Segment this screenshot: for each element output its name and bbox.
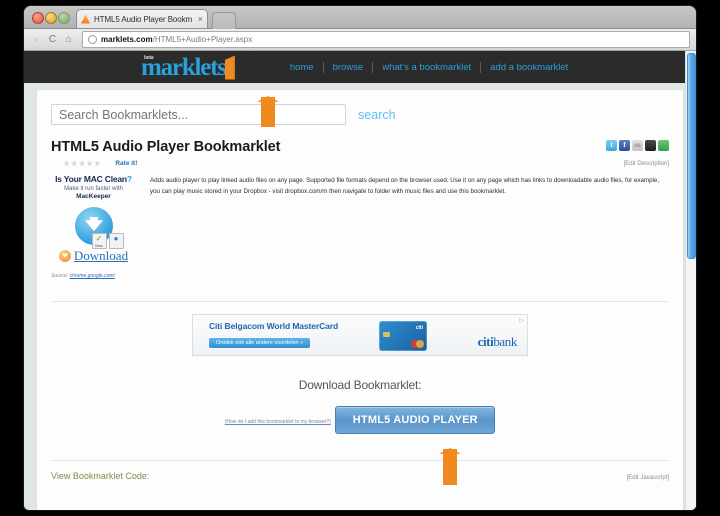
card-chip-icon (383, 331, 390, 337)
rating-row: ★★★★★ Rate it! [Edit Description] (37, 155, 683, 168)
mac-badge-label: Mac (95, 242, 103, 248)
bookmarklet-description: Adds audio player to play linked audio f… (150, 177, 660, 195)
ad-brand: MacKeeper (76, 193, 111, 201)
nav-item-whats-a-bookmarklet[interactable]: what's a bookmarklet (373, 62, 480, 73)
citibank-banner-ad[interactable]: Citi Belgacom World MasterCard Ontdek oo… (192, 313, 528, 356)
delicious-share-icon[interactable] (645, 140, 656, 151)
tab-close-icon[interactable]: × (195, 14, 203, 24)
edit-javascript-link[interactable]: [Edit Javascript] (627, 475, 669, 481)
annotation-arrow-logo (261, 97, 275, 127)
home-icon[interactable]: ⌂ (62, 33, 75, 46)
ad-source-prefix: Source: (51, 272, 69, 279)
window-close-button[interactable] (32, 12, 44, 24)
nav-item-home[interactable]: home (281, 62, 323, 73)
nav-item-add-a-bookmarklet[interactable]: add a bookmarklet (481, 62, 577, 73)
ad-platform-badges: ✓ Mac ● (91, 232, 124, 249)
search-button[interactable]: search (358, 108, 396, 122)
ad-headline: Is Your MAC Clean? (51, 174, 136, 184)
browser-tab-strip: HTML5 Audio Player Bookm × (24, 6, 696, 29)
tab-title: HTML5 Audio Player Bookm (94, 14, 193, 24)
browser-toolbar: ‹ C ⌂ marklets.com /HTML5+Audio+Player.a… (24, 29, 696, 51)
mackeeper-ad[interactable]: Is Your MAC Clean? Make it run faster wi… (51, 174, 136, 279)
browser-window: HTML5 Audio Player Bookm × ‹ C ⌂ marklet… (24, 6, 696, 510)
page-title: HTML5 Audio Player Bookmarklet (51, 139, 281, 155)
edit-description-link[interactable]: [Edit Description] (624, 161, 669, 167)
stumbleupon-share-icon[interactable]: su (632, 140, 643, 151)
annotation-arrow-download-button (443, 449, 457, 485)
mastercard-icon (411, 339, 424, 348)
logo-flag-icon (224, 55, 235, 80)
nav-item-browse[interactable]: browse (324, 62, 373, 73)
credit-card-image: citi (379, 320, 427, 351)
download-help-link[interactable]: (How do I add this bookmarklet to my bro… (225, 419, 331, 425)
view-code-label: View Bookmarklet Code: (51, 470, 150, 481)
bookmarklet-download-button[interactable]: HTML5 AUDIO PLAYER (335, 405, 496, 434)
share-more-icon[interactable] (658, 140, 669, 151)
new-tab-button[interactable] (212, 12, 236, 29)
citibank-logo-bold: citi (477, 333, 494, 349)
address-bar[interactable]: marklets.com /HTML5+Audio+Player.aspx (82, 31, 690, 48)
ad-subline: Make it run faster with MacKeeper (51, 185, 136, 202)
banner-ad-text-group: Citi Belgacom World MasterCard Ontdek oo… (193, 321, 338, 349)
ad-headline-mark: ? (126, 174, 132, 184)
bookmarklet-code-row: View Bookmarklet Code: [Edit Javascript] (37, 461, 683, 481)
back-icon[interactable]: ‹ (30, 33, 43, 46)
social-share-group: t f su (606, 140, 669, 151)
mac-badge-glyph: ✓ (95, 233, 103, 243)
scrollbar-thumb[interactable] (687, 53, 696, 259)
site-header: beta marklets home browse what's a bookm… (24, 51, 696, 83)
rating-group: ★★★★★ Rate it! (63, 159, 137, 168)
page-info-icon[interactable] (88, 35, 97, 44)
logo-beta-tag: beta (144, 54, 154, 61)
card-brand-label: citi (415, 324, 423, 331)
url-host: marklets.com (101, 35, 153, 44)
ad-download-label: Download (73, 247, 129, 263)
reload-icon[interactable]: C (46, 33, 59, 46)
mac-badge-icon: ✓ Mac (91, 232, 107, 249)
url-path: /HTML5+Audio+Player.aspx (152, 35, 253, 44)
twitter-share-icon[interactable]: t (606, 140, 617, 151)
tab-favicon (81, 14, 90, 24)
logo-wordmark: marklets (141, 53, 227, 81)
browser-tab[interactable]: HTML5 Audio Player Bookm × (76, 9, 208, 28)
banner-ad-title: Citi Belgacom World MasterCard (209, 320, 339, 331)
content-row: Is Your MAC Clean? Make it run faster wi… (37, 168, 683, 279)
ad-source-link[interactable]: chrome.google.com/ (70, 273, 115, 279)
facebook-share-icon[interactable]: f (619, 140, 630, 151)
page-content-card: search HTML5 Audio Player Bookmarklet t … (36, 89, 684, 510)
ad-headline-text: Is Your MAC Clean (55, 174, 127, 184)
download-heading: Download Bookmarklet: (298, 377, 422, 392)
citibank-logo-rest: bank (493, 333, 517, 349)
windows-badge-icon: ● (108, 232, 124, 249)
search-row: search (37, 90, 683, 125)
download-arrow-icon (58, 249, 71, 262)
ad-subline-text: Make it run faster with (64, 186, 123, 192)
page-viewport: beta marklets home browse what's a bookm… (24, 51, 696, 510)
section-divider (51, 300, 669, 302)
download-section: Download Bookmarklet: (How do I add this… (37, 378, 683, 434)
ad-graphic: ✓ Mac ● (66, 206, 124, 249)
window-minimize-button[interactable] (45, 12, 57, 24)
citibank-logo: citibank (477, 333, 518, 350)
banner-ad-cta-button[interactable]: Ontdek ook alle andere voordelen » (209, 337, 311, 348)
download-button-wrapper: HTML5 AUDIO PLAYER (335, 405, 496, 434)
ad-choices-icon[interactable]: ▷ (519, 317, 524, 324)
page-scrollbar[interactable] (685, 51, 696, 510)
windows-badge-glyph: ● (113, 233, 119, 243)
site-logo[interactable]: beta marklets (141, 55, 235, 80)
main-navigation: home browse what's a bookmarklet add a b… (281, 61, 578, 73)
search-input[interactable] (51, 104, 346, 125)
window-maximize-button[interactable] (58, 12, 70, 24)
ad-download-link[interactable]: Download (51, 248, 136, 264)
rate-it-link[interactable]: Rate it! (115, 160, 137, 167)
ad-source: Source: chrome.google.com/ (51, 273, 136, 279)
rating-stars[interactable]: ★★★★★ (63, 159, 101, 168)
title-row: HTML5 Audio Player Bookmarklet t f su (37, 125, 683, 155)
